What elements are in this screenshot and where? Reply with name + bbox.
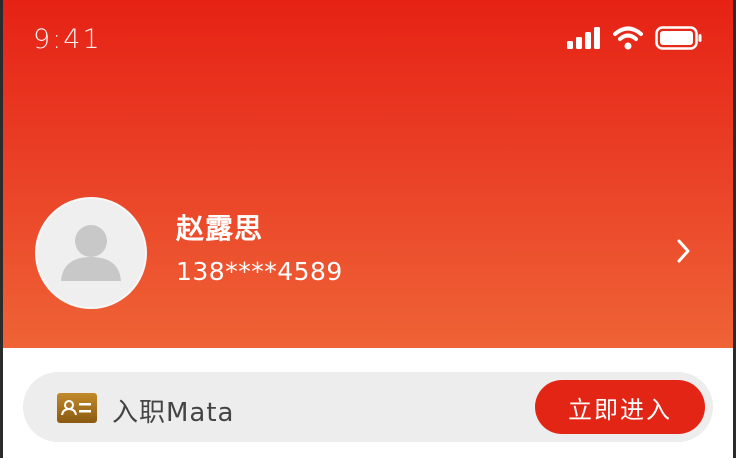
entry-label: 入职Mata <box>112 398 235 428</box>
user-name: 赵露思 <box>176 212 264 245</box>
status-time: 9:41 <box>33 24 102 55</box>
profile-header: 9:41 赵露思 138****4589 <box>3 0 733 348</box>
user-placeholder-icon <box>61 225 121 281</box>
user-phone: 138****4589 <box>176 257 343 286</box>
onboarding-entry-bar[interactable]: 入职Mata 立即进入 <box>23 372 713 442</box>
profile-row[interactable]: 赵露思 138****4589 <box>3 195 733 309</box>
status-bar: 9:41 <box>3 0 733 80</box>
status-icons <box>567 26 703 50</box>
phone-screen: 9:41 赵露思 138****4589 入职Mata 立即进入 <box>3 0 733 458</box>
avatar[interactable] <box>35 197 147 309</box>
cellular-signal-icon <box>567 27 601 49</box>
battery-icon <box>655 26 703 50</box>
wifi-icon <box>613 26 643 50</box>
chevron-right-icon[interactable] <box>671 235 695 267</box>
id-card-icon <box>57 393 97 423</box>
enter-now-button[interactable]: 立即进入 <box>535 380 705 434</box>
